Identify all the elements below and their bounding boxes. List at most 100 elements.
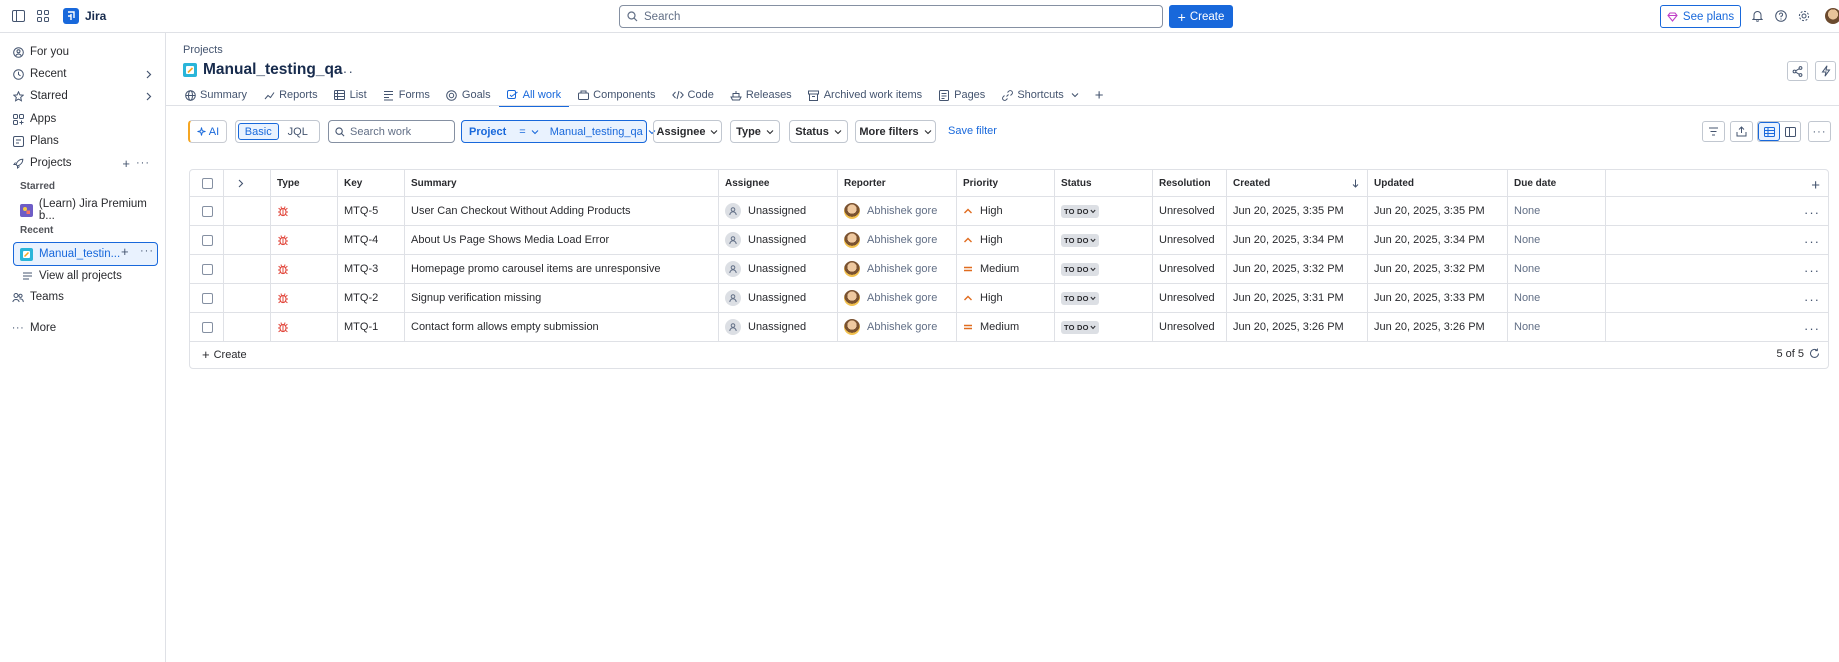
- table-row[interactable]: MTQ-2 Signup verification missing Unassign…: [190, 284, 1828, 313]
- status-filter[interactable]: Status: [789, 120, 848, 143]
- save-filter-link[interactable]: Save filter: [948, 125, 997, 137]
- tab-pages[interactable]: Pages: [930, 85, 993, 105]
- more-actions-icon[interactable]: ···: [140, 245, 154, 257]
- column-header-status[interactable]: Status: [1055, 170, 1153, 196]
- basic-mode-button[interactable]: Basic: [238, 123, 279, 140]
- due-date-cell[interactable]: None: [1508, 197, 1606, 225]
- row-checkbox[interactable]: [202, 234, 213, 246]
- column-header-due-date[interactable]: Due date: [1508, 170, 1606, 196]
- issue-key-link[interactable]: MTQ-2: [344, 292, 378, 304]
- select-all-checkbox[interactable]: [202, 177, 213, 189]
- row-more-actions-icon[interactable]: ···: [1804, 321, 1820, 336]
- notifications-bell-icon[interactable]: [1745, 4, 1769, 28]
- assignee-cell[interactable]: Unassigned: [719, 197, 838, 225]
- due-date-cell[interactable]: None: [1508, 255, 1606, 283]
- table-row[interactable]: MTQ-4 About Us Page Shows Media Load Erro…: [190, 226, 1828, 255]
- priority-cell[interactable]: High: [957, 197, 1055, 225]
- help-icon[interactable]: [1769, 4, 1793, 28]
- row-checkbox[interactable]: [202, 292, 213, 304]
- sidebar-recent-project[interactable]: Manual_testin...: [20, 245, 120, 263]
- add-tab-button[interactable]: +: [1087, 85, 1112, 105]
- issue-summary-link[interactable]: Contact form allows empty submission: [411, 321, 599, 333]
- due-date-cell[interactable]: None: [1508, 226, 1606, 254]
- sidebar-item-teams[interactable]: Teams: [12, 288, 64, 306]
- tab-list[interactable]: List: [326, 85, 375, 105]
- table-row[interactable]: MTQ-3 Homepage promo carousel items are u…: [190, 255, 1828, 284]
- status-badge[interactable]: TO DO: [1061, 204, 1099, 218]
- jql-mode-button[interactable]: JQL: [279, 123, 318, 140]
- tab-summary[interactable]: Summary: [184, 85, 255, 105]
- column-header-resolution[interactable]: Resolution: [1153, 170, 1227, 196]
- row-checkbox[interactable]: [202, 205, 213, 217]
- automation-lightning-icon[interactable]: [1815, 61, 1836, 81]
- tab-goals[interactable]: Goals: [438, 85, 499, 105]
- assignee-filter[interactable]: Assignee: [653, 120, 722, 143]
- issue-summary-link[interactable]: Signup verification missing: [411, 292, 541, 304]
- table-row[interactable]: MTQ-1 Contact form allows empty submissio…: [190, 313, 1828, 342]
- project-filter[interactable]: Project = Manual_testing_qa: [461, 120, 656, 143]
- list-view-icon[interactable]: [1758, 122, 1780, 141]
- issue-key-link[interactable]: MTQ-5: [344, 205, 378, 217]
- row-checkbox[interactable]: [202, 321, 213, 333]
- column-header-reporter[interactable]: Reporter: [838, 170, 957, 196]
- column-header-assignee[interactable]: Assignee: [719, 170, 838, 196]
- filter-lines-icon[interactable]: [1702, 121, 1725, 142]
- chevron-right-icon[interactable]: [145, 70, 152, 79]
- status-badge[interactable]: TO DO: [1061, 291, 1099, 305]
- priority-cell[interactable]: Medium: [957, 313, 1055, 341]
- tab-shortcuts[interactable]: Shortcuts: [993, 85, 1086, 105]
- tab-releases[interactable]: Releases: [722, 85, 800, 105]
- sidebar-item-more[interactable]: ··· More: [12, 319, 56, 337]
- status-badge[interactable]: TO DO: [1061, 262, 1099, 276]
- sidebar-item-apps[interactable]: Apps: [12, 110, 56, 128]
- tab-code[interactable]: Code: [664, 85, 722, 105]
- add-project-icon[interactable]: +: [122, 156, 130, 171]
- refresh-icon[interactable]: [1809, 348, 1820, 359]
- priority-cell[interactable]: High: [957, 226, 1055, 254]
- sidebar-toggle-icon[interactable]: [6, 4, 30, 28]
- chevron-right-icon[interactable]: [237, 179, 244, 188]
- app-switcher-icon[interactable]: [31, 4, 55, 28]
- tab-forms[interactable]: Forms: [375, 85, 438, 105]
- see-plans-button[interactable]: See plans: [1660, 5, 1741, 28]
- add-icon[interactable]: +: [121, 244, 129, 259]
- assignee-cell[interactable]: Unassigned: [719, 313, 838, 341]
- assignee-cell[interactable]: Unassigned: [719, 255, 838, 283]
- more-options-icon[interactable]: ···: [1808, 121, 1831, 142]
- sidebar-item-projects[interactable]: Projects + ···: [12, 154, 152, 172]
- issue-key-link[interactable]: MTQ-3: [344, 263, 378, 275]
- column-header-summary[interactable]: Summary: [405, 170, 719, 196]
- column-header-key[interactable]: Key: [338, 170, 405, 196]
- sidebar-item-plans[interactable]: Plans: [12, 132, 59, 150]
- tab-components[interactable]: Components: [569, 85, 663, 105]
- status-badge[interactable]: TO DO: [1061, 320, 1099, 334]
- row-more-actions-icon[interactable]: ···: [1804, 263, 1820, 278]
- issue-key-link[interactable]: MTQ-1: [344, 321, 378, 333]
- create-button[interactable]: + Create: [1169, 5, 1233, 28]
- export-icon[interactable]: [1730, 121, 1753, 142]
- row-more-actions-icon[interactable]: ···: [1804, 234, 1820, 249]
- search-work-input[interactable]: Search work: [328, 120, 455, 143]
- settings-gear-icon[interactable]: [1792, 4, 1816, 28]
- priority-cell[interactable]: Medium: [957, 255, 1055, 283]
- sidebar-view-all-projects[interactable]: View all projects: [21, 267, 122, 285]
- column-header-created[interactable]: Created: [1227, 170, 1368, 196]
- more-actions-icon[interactable]: ···: [136, 157, 150, 169]
- chevron-right-icon[interactable]: [145, 92, 152, 101]
- inline-create-button[interactable]: + Create: [202, 347, 247, 362]
- due-date-cell[interactable]: None: [1508, 284, 1606, 312]
- tab-archived-work-items[interactable]: Archived work items: [800, 85, 930, 105]
- sidebar-starred-project[interactable]: (Learn) Jira Premium b...: [20, 198, 165, 222]
- project-more-icon[interactable]: ···: [337, 63, 354, 79]
- status-badge[interactable]: TO DO: [1061, 233, 1099, 247]
- column-header-priority[interactable]: Priority: [957, 170, 1055, 196]
- row-checkbox[interactable]: [202, 263, 213, 275]
- column-header-type[interactable]: Type: [271, 170, 338, 196]
- add-column-plus-icon[interactable]: +: [1811, 177, 1820, 194]
- due-date-cell[interactable]: None: [1508, 313, 1606, 341]
- row-more-actions-icon[interactable]: ···: [1804, 292, 1820, 307]
- global-search-input[interactable]: Search: [619, 5, 1163, 28]
- priority-cell[interactable]: High: [957, 284, 1055, 312]
- issue-summary-link[interactable]: User Can Checkout Without Adding Product…: [411, 205, 631, 217]
- tab-all-work[interactable]: All work: [498, 85, 570, 107]
